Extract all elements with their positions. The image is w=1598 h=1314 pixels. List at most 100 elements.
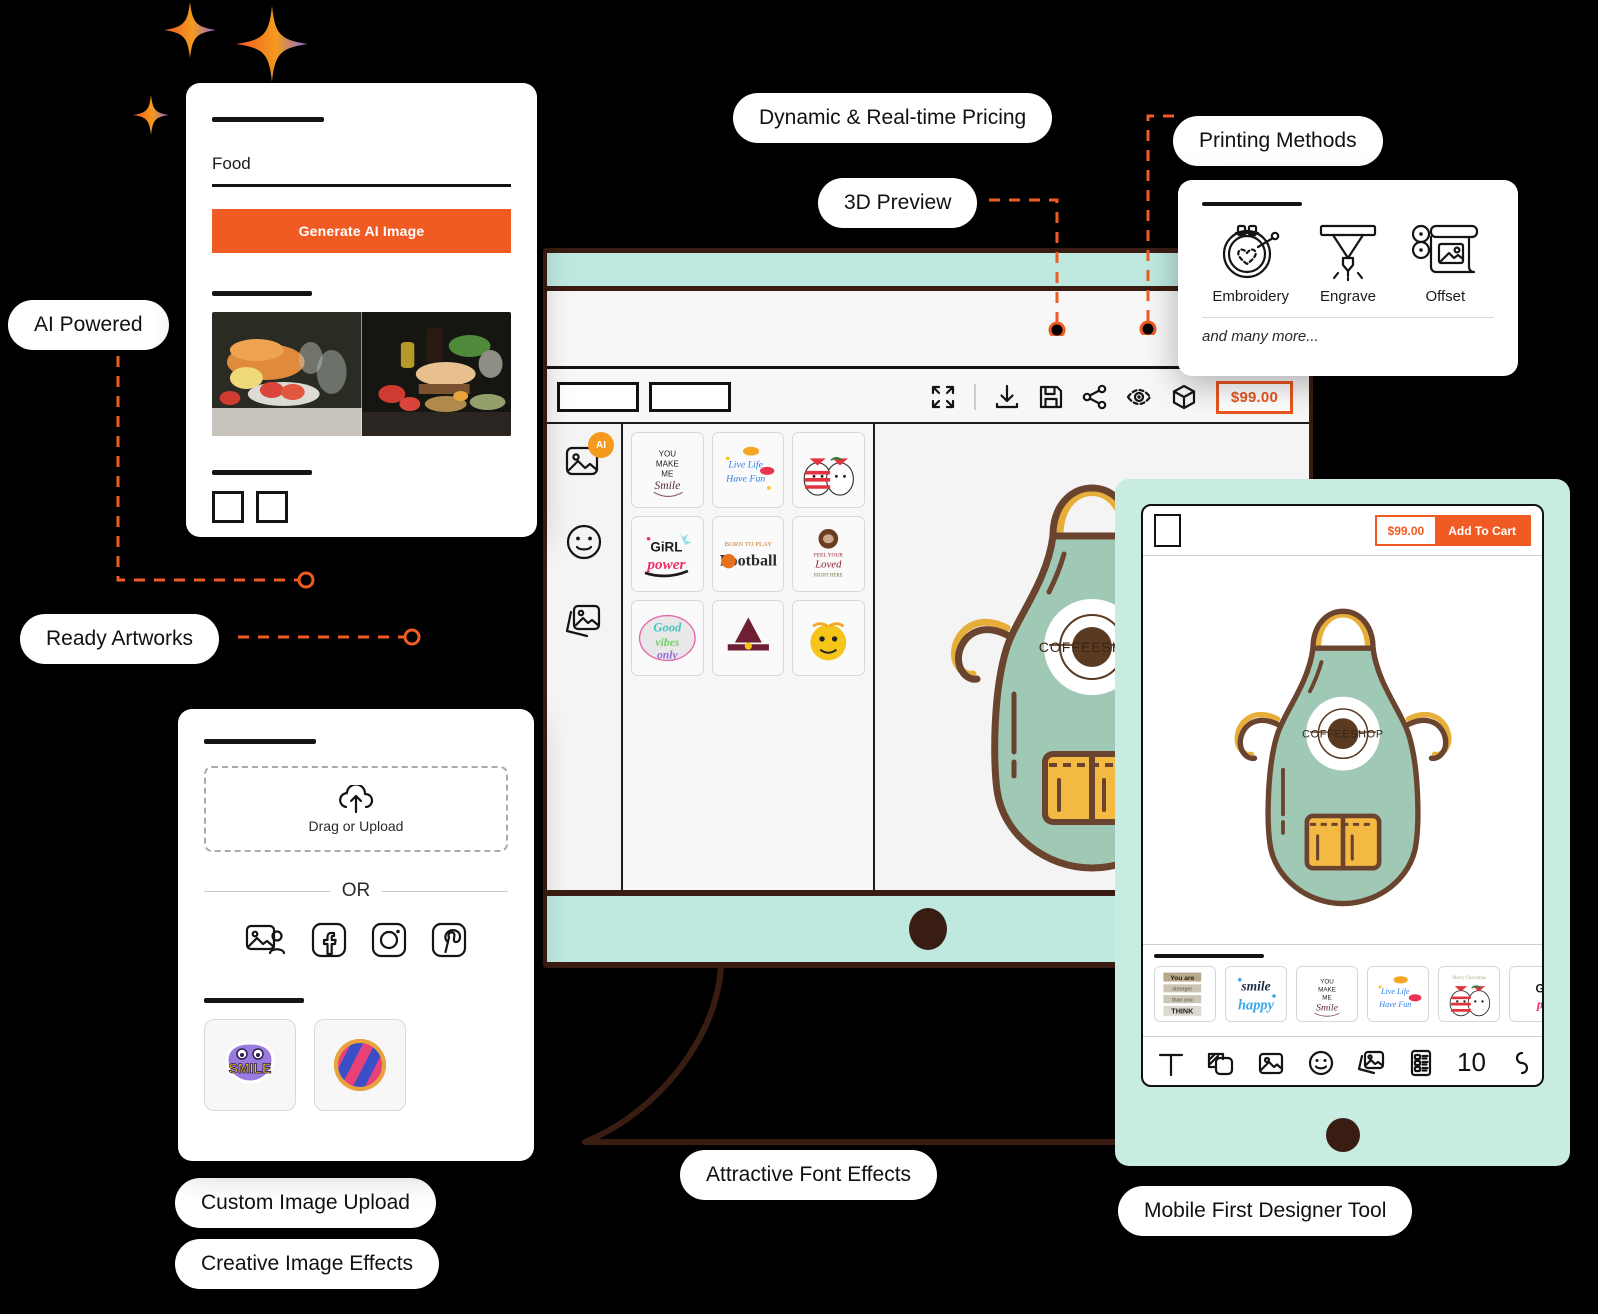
mobile-artwork-card[interactable]: Merry Christmas [1438,966,1500,1022]
svg-text:BORN TO PLAY: BORN TO PLAY [724,541,772,548]
mobile-home-button[interactable] [1325,1118,1360,1152]
printing-method-offset[interactable]: Offset [1397,220,1494,305]
svg-text:COFFEESHOP: COFFEESHOP [1302,728,1384,740]
mobile-artwork-strip: You are stronger than you THINK smile happy … [1143,944,1542,1036]
mobile-artwork-row: You are stronger than you THINK smile happy … [1154,966,1542,1022]
printing-methods-footnote: and many more... [1202,328,1319,345]
artworks-icon[interactable] [1357,1049,1385,1077]
svg-text:smile: smile [1240,978,1270,993]
artwork-card[interactable]: GiRL power [631,516,704,592]
artwork-card[interactable]: YOU MAKE ME Smile [631,432,704,508]
instagram-icon[interactable] [371,922,407,958]
rail-item-emoji[interactable] [562,520,606,564]
mobile-canvas[interactable]: COFFEESHOP [1143,556,1542,944]
connector-ready-artworks [238,628,421,646]
cloud-upload-icon [339,784,374,813]
svg-text:SMILE: SMILE [229,1060,272,1076]
artwork-card[interactable]: FEEL YOUR Loved RIGHT HERE [792,516,865,592]
ai-result-2[interactable] [361,312,511,436]
svg-text:GiRL: GiRL [650,539,682,554]
designer-artwork-grid: YOU MAKE ME Smile Live Life Have Fun GiRL pow… [623,424,875,890]
panel-heading-bar-2 [212,291,312,296]
layers-list-icon[interactable] [1407,1049,1435,1077]
callout-dynamic-pricing[interactable]: Dynamic & Real-time Pricing [733,93,1053,143]
effect-card-striped-badge[interactable] [314,1019,406,1111]
mobile-artwork-card[interactable]: Live Life Have Fun [1367,966,1429,1022]
emoji-icon[interactable] [1307,1049,1335,1077]
ai-option-swatch-2[interactable] [256,491,288,523]
shapes-icon[interactable] [1207,1049,1235,1077]
panel-heading-bar [1202,202,1302,206]
upload-dropzone[interactable]: Drag or Upload [204,766,508,852]
svg-text:YOU: YOU [1320,978,1334,985]
svg-text:ME: ME [661,469,674,478]
svg-text:Loved: Loved [815,558,843,570]
ai-option-swatch-1[interactable] [212,491,244,523]
callout-attractive-font-effects[interactable]: Attractive Font Effects [680,1150,938,1200]
toolbar-field-1[interactable] [557,382,639,412]
or-label: OR [341,880,371,901]
artwork-card[interactable]: BORN TO PLAY Football [711,516,785,592]
callout-mobile-first[interactable]: Mobile First Designer Tool [1118,1186,1413,1236]
ai-result-1[interactable] [212,312,362,436]
svg-text:Good: Good [653,621,682,635]
callout-ready-artworks[interactable]: Ready Artworks [20,614,220,664]
mobile-artwork-card[interactable]: You are stronger than you THINK [1154,966,1216,1022]
price-badge[interactable]: $99.00 [1215,380,1293,414]
add-to-cart-button[interactable]: Add To Cart [1435,517,1529,544]
mobile-artwork-card[interactable]: smile happy [1225,966,1287,1022]
gallery-icon[interactable] [245,922,287,958]
toolbar-divider [973,384,976,410]
upload-sources [204,922,508,958]
facebook-icon[interactable] [311,922,347,958]
printing-method-engrave[interactable]: Engrave [1299,220,1396,305]
callout-creative-image-effects[interactable]: Creative Image Effects [175,1239,440,1289]
promo-composite: $99.00 AI YOU MAKE ME Smile Live Life Ha… [0,0,1598,1314]
artwork-card[interactable]: Good vibes only [631,600,704,676]
svg-text:Have Fun: Have Fun [725,474,765,485]
panel-heading-bar-2 [204,998,304,1003]
callout-3d-preview[interactable]: 3D Preview [818,178,978,228]
save-icon[interactable] [1038,384,1064,410]
svg-text:MAKE: MAKE [656,459,679,468]
image-effects: SMILE [204,1019,508,1111]
monitor-power-button[interactable] [909,908,947,950]
3d-cube-icon[interactable] [1170,383,1198,411]
image-icon[interactable] [1257,1049,1285,1077]
partial-tool-icon[interactable] [1508,1049,1528,1077]
ai-results[interactable] [212,312,511,436]
fullscreen-icon[interactable] [930,384,956,410]
artworks-icon [565,604,601,638]
svg-text:than you: than you [1172,997,1193,1003]
svg-text:Live Life: Live Life [1380,987,1410,996]
preview-eye-icon[interactable] [1126,384,1152,410]
rail-item-artworks[interactable] [562,600,606,644]
dropzone-label: Drag or Upload [308,817,404,834]
artwork-card[interactable] [792,432,865,508]
sparkle-icon-small [133,95,169,135]
mobile-artwork-card[interactable]: Gp [1509,966,1542,1022]
printing-method-list: Embroidery Engrave Offset [1202,220,1494,305]
svg-text:You are: You are [1170,975,1194,982]
callout-ai-powered[interactable]: AI Powered [8,300,169,350]
share-icon[interactable] [1082,384,1108,410]
engrave-laser-icon [1319,224,1377,282]
artwork-card[interactable]: Live Life Have Fun [711,432,785,508]
printing-method-embroidery[interactable]: Embroidery [1202,220,1299,305]
download-icon[interactable] [994,384,1020,410]
artwork-card[interactable] [711,600,785,676]
pinterest-icon[interactable] [431,922,467,958]
artwork-card[interactable] [792,600,865,676]
callout-custom-image-upload[interactable]: Custom Image Upload [175,1178,436,1228]
svg-text:stronger: stronger [1172,986,1192,992]
ai-prompt-input[interactable]: Food [212,150,511,187]
callout-printing-methods[interactable]: Printing Methods [1173,116,1383,166]
effect-card-smile[interactable]: SMILE [204,1019,296,1111]
generate-ai-image-button[interactable]: Generate AI Image [212,209,511,253]
mobile-artwork-card[interactable]: YOU MAKE ME Smile [1296,966,1358,1022]
panel-heading-bar-3 [212,470,312,475]
text-icon[interactable] [1157,1049,1185,1077]
toolbar-field-2[interactable] [649,382,731,412]
mobile-product-thumb[interactable] [1154,514,1181,547]
rail-item-ai-image[interactable]: AI [562,432,614,484]
